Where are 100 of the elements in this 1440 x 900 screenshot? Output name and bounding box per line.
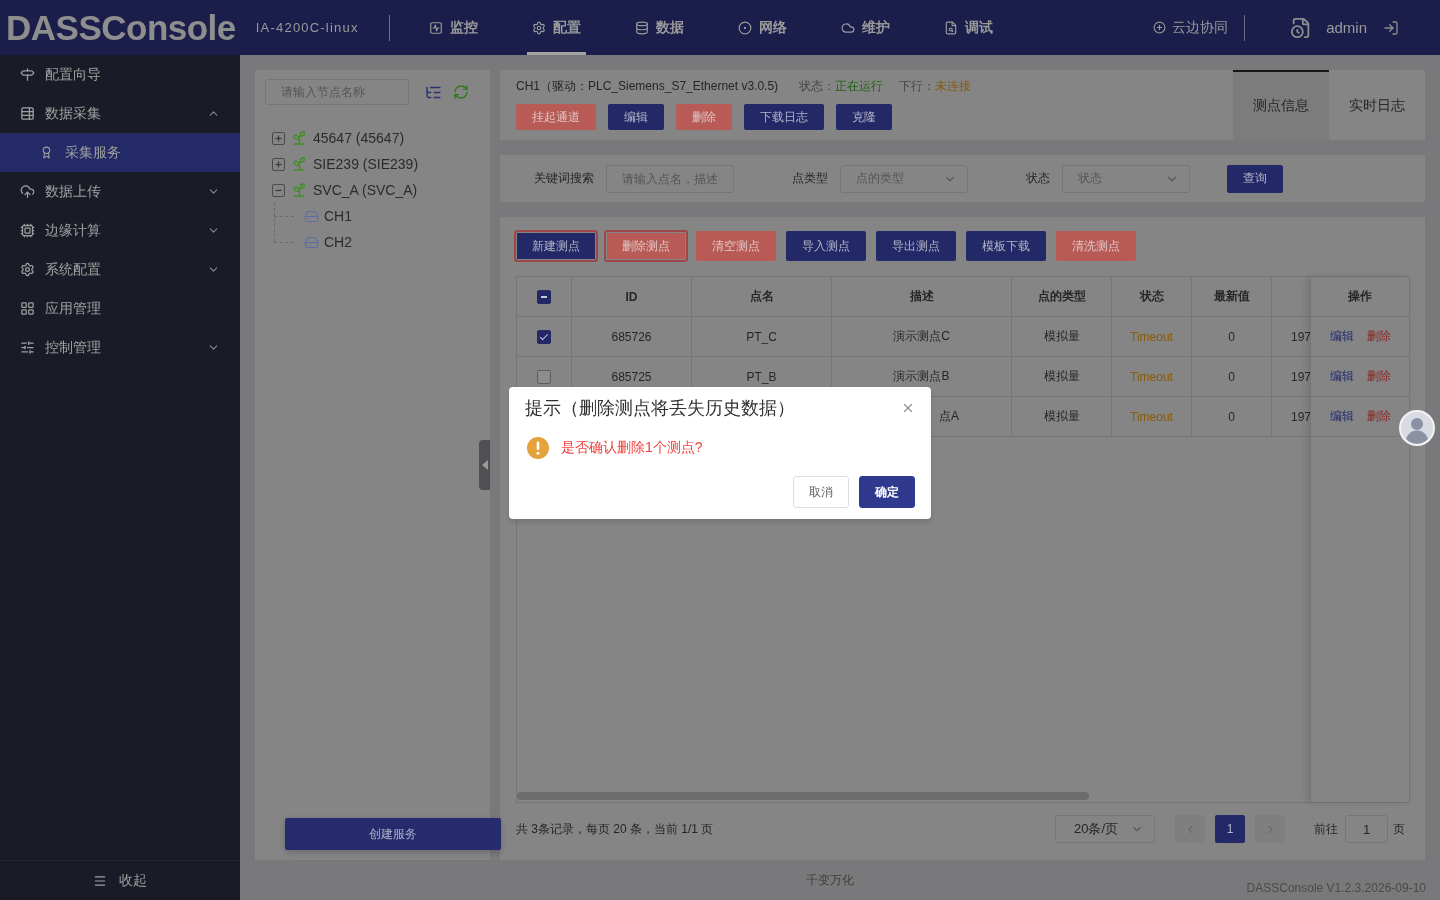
channel-button[interactable]: 克隆 — [836, 104, 892, 130]
table-cell: 模拟量 — [1012, 317, 1112, 356]
row-checkbox[interactable] — [537, 329, 551, 344]
column-header: ID — [572, 277, 692, 316]
logout-icon[interactable] — [1383, 19, 1399, 36]
nav-tab[interactable]: 监控 — [423, 0, 483, 55]
cloud-icon — [840, 20, 855, 35]
toolbar-button[interactable]: 导出测点 — [876, 231, 956, 261]
row-action-link[interactable]: 编辑 — [1329, 368, 1354, 385]
sidebar-item[interactable]: 数据上传 — [0, 172, 240, 211]
sliders-icon — [20, 340, 35, 355]
nav-tab[interactable]: 配置 — [526, 0, 586, 55]
nav-tab[interactable]: 数据 — [629, 0, 689, 55]
toolbar-button[interactable]: 模板下载 — [966, 231, 1046, 261]
table-cell: 0 — [1192, 357, 1272, 396]
select-all-checkbox[interactable] — [537, 289, 551, 304]
column-header: 最新值 — [1192, 277, 1272, 316]
user-name[interactable]: admin — [1326, 19, 1367, 36]
downlink-text: 未连接 — [935, 77, 972, 95]
circle-dot-icon — [737, 20, 752, 35]
query-button[interactable]: 查询 — [1227, 164, 1283, 193]
table-cell: 演示测点C — [832, 317, 1012, 356]
close-icon[interactable] — [901, 401, 915, 415]
logo: DASSConsole — [6, 7, 236, 48]
table-cell-text: 197 — [1289, 368, 1311, 386]
signpost-icon — [20, 67, 35, 82]
drive-icon — [304, 208, 319, 224]
sidebar-item[interactable]: 应用管理 — [0, 289, 240, 328]
status-label: 状态： — [799, 77, 836, 95]
plus-box-icon[interactable] — [272, 157, 285, 171]
tree-node[interactable]: SVC_A (SVC_A) — [272, 177, 490, 203]
table-cell: 0 — [1192, 317, 1272, 356]
settings-icon — [531, 20, 546, 35]
table-cell: 模拟量 — [1012, 397, 1112, 436]
downlink-label: 下行： — [899, 77, 936, 95]
collapse-button[interactable]: 收起 — [0, 860, 240, 900]
sidebar-item[interactable]: 系统配置 — [0, 250, 240, 289]
channel-button[interactable]: 下载日志 — [744, 104, 824, 130]
tab[interactable]: 实时日志 — [1329, 70, 1425, 140]
nav-tab[interactable]: 维护 — [835, 0, 895, 55]
award-icon — [40, 146, 53, 159]
table-cell-text: 197 — [1289, 328, 1311, 346]
drive-icon — [304, 234, 319, 250]
column-header: 状态 — [1112, 277, 1192, 316]
toolbar-button[interactable]: 清空测点 — [696, 231, 776, 261]
sprout-icon — [291, 130, 307, 146]
sidebar-item[interactable]: 采集服务 — [0, 133, 240, 172]
toolbar-button[interactable]: 删除测点 — [604, 230, 688, 262]
device-name: IA-4200C-linux — [255, 20, 359, 35]
page-suffix: 页 — [1393, 820, 1405, 838]
goto-label: 前往 — [1314, 820, 1338, 838]
minus-box-icon[interactable] — [272, 183, 285, 197]
sidebar-item[interactable]: 数据采集 — [0, 94, 240, 133]
toolbar-button[interactable]: 导入测点 — [786, 231, 866, 261]
row-checkbox[interactable] — [537, 369, 551, 384]
column-header: 点名 — [692, 277, 832, 316]
field-label: 状态 — [1026, 170, 1050, 187]
sidebar-item[interactable]: 边缘计算 — [0, 211, 240, 250]
cloud-sync-link[interactable]: 云边协同 — [1153, 18, 1229, 37]
table-icon — [20, 106, 35, 121]
page-input[interactable]: 1 — [1345, 815, 1388, 843]
toolbar-button[interactable]: 新建测点 — [514, 230, 598, 262]
page-size-select[interactable]: 20条/页 — [1055, 815, 1155, 843]
channel-button[interactable]: 删除 — [676, 104, 732, 130]
menu-icon — [93, 873, 107, 888]
row-action-link[interactable]: 编辑 — [1329, 328, 1354, 345]
confirm-button[interactable]: 确定 — [859, 476, 915, 508]
create-service-button[interactable]: 创建服务 — [285, 818, 501, 850]
toolbar-button[interactable]: 清洗测点 — [1056, 231, 1136, 261]
sidebar-item[interactable]: 控制管理 — [0, 328, 240, 367]
channel-button[interactable]: 编辑 — [608, 104, 664, 130]
table-cell: Timeout — [1112, 357, 1192, 396]
sidebar-item[interactable]: 配置向导 — [0, 55, 240, 94]
table-cell: Timeout — [1112, 397, 1192, 436]
chip-icon — [20, 223, 35, 238]
nav-tab[interactable]: 网络 — [732, 0, 792, 55]
avatar-icon[interactable] — [1399, 410, 1435, 446]
tree-node[interactable]: SIE239 (SIE239) — [272, 151, 490, 177]
activity-icon — [428, 20, 443, 35]
row-action-link[interactable]: 编辑 — [1329, 408, 1354, 425]
file-search-icon — [943, 20, 958, 35]
cancel-button[interactable]: 取消 — [793, 476, 849, 508]
tree-node[interactable]: 45647 (45647) — [272, 125, 490, 151]
cloud-upload-icon — [20, 184, 35, 199]
table-cell: PT_C — [692, 317, 832, 356]
sprout-icon — [291, 156, 307, 172]
channel-button[interactable]: 挂起通道 — [516, 104, 596, 130]
scrollbar-thumb[interactable] — [517, 792, 1089, 800]
dialog-message: 是否确认删除1个测点? — [561, 439, 703, 457]
table-cell: 685726 — [572, 317, 692, 356]
table-cell: 模拟量 — [1012, 357, 1112, 396]
collapse-handle[interactable] — [479, 440, 490, 490]
field-label: 关键词搜索 — [534, 170, 594, 187]
caret-icon — [481, 460, 488, 470]
tab[interactable]: 测点信息 — [1233, 70, 1329, 140]
page-button[interactable]: 1 — [1215, 815, 1245, 843]
plus-circle-icon — [1153, 21, 1167, 34]
plus-box-icon[interactable] — [272, 131, 285, 145]
nav-tab[interactable]: 调试 — [938, 0, 998, 55]
table-cell-text: 197 — [1289, 408, 1311, 426]
